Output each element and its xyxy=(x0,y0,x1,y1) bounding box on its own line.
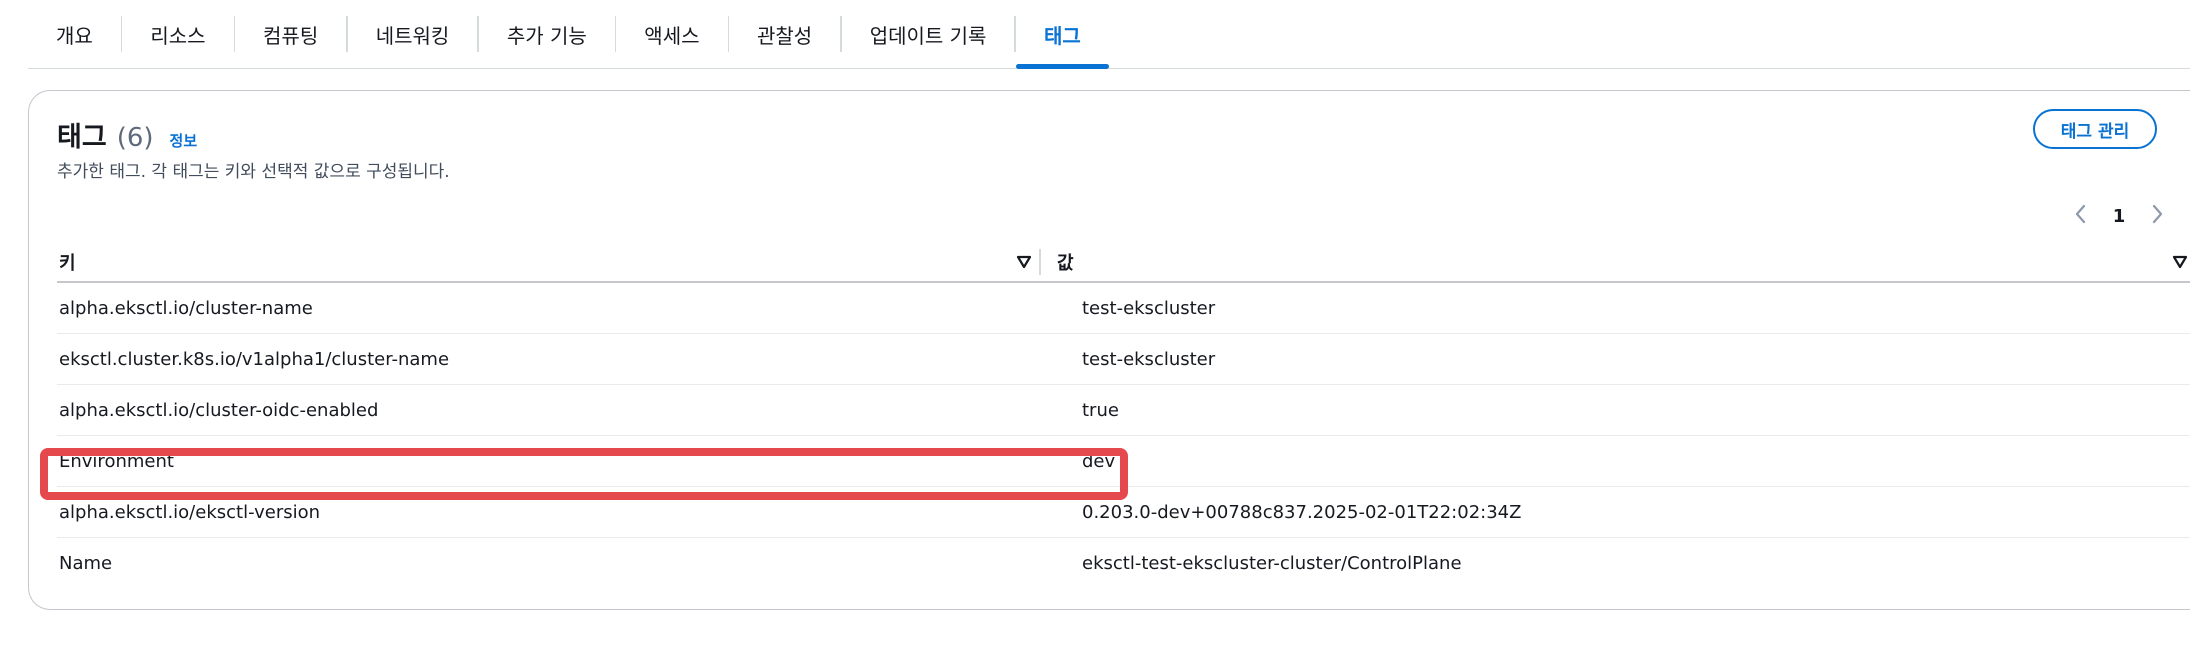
tab-resources[interactable]: 리소스 xyxy=(122,0,233,68)
tab-observability[interactable]: 관찰성 xyxy=(729,0,840,68)
tag-value: eksctl-test-ekscluster-cluster/ControlPl… xyxy=(1082,552,1462,574)
chevron-left-icon[interactable] xyxy=(2069,202,2093,230)
column-header-value-label: 값 xyxy=(1057,253,1074,274)
chevron-right-icon[interactable] xyxy=(2145,202,2169,230)
tab-add-ons[interactable]: 추가 기능 xyxy=(479,0,615,68)
table-header: 키 값 xyxy=(57,243,2190,283)
tag-value: true xyxy=(1082,399,1119,421)
manage-tags-button[interactable]: 태그 관리 xyxy=(2033,109,2157,149)
sort-triangle-icon[interactable] xyxy=(1015,253,1033,271)
page-number[interactable]: 1 xyxy=(2113,206,2126,227)
tab-access[interactable]: 액세스 xyxy=(616,0,727,68)
tag-key: alpha.eksctl.io/cluster-name xyxy=(59,297,313,319)
column-header-value[interactable]: 값 xyxy=(1057,243,2167,281)
sort-triangle-icon[interactable] xyxy=(2171,253,2189,271)
tab-networking[interactable]: 네트워킹 xyxy=(348,0,478,68)
column-resizer[interactable] xyxy=(1039,249,1041,275)
tab-compute[interactable]: 컴퓨팅 xyxy=(235,0,346,68)
tag-count: (6) xyxy=(116,123,154,153)
tag-key: eksctl.cluster.k8s.io/v1alpha1/cluster-n… xyxy=(59,348,450,370)
table-row: Environment dev xyxy=(57,436,2190,487)
table-row: Name eksctl-test-ekscluster-cluster/Cont… xyxy=(57,538,2190,589)
tab-update-history[interactable]: 업데이트 기록 xyxy=(842,0,1015,68)
tag-value: 0.203.0-dev+00788c837.2025-02-01T22:02:3… xyxy=(1082,501,1522,523)
tag-value: test-ekscluster xyxy=(1082,297,1216,319)
tag-key: Environment xyxy=(59,450,174,472)
tag-key: alpha.eksctl.io/eksctl-version xyxy=(59,501,321,523)
pagination: 1 xyxy=(2069,201,2169,231)
tag-value: test-ekscluster xyxy=(1082,348,1216,370)
column-header-key-label: 키 xyxy=(59,253,76,274)
panel-header: 태그 (6) 정보 xyxy=(57,115,197,154)
info-link[interactable]: 정보 xyxy=(170,130,198,151)
tag-key: Name xyxy=(59,552,113,574)
table-row: alpha.eksctl.io/cluster-oidc-enabled tru… xyxy=(57,385,2190,436)
table-row: alpha.eksctl.io/cluster-name test-eksclu… xyxy=(57,283,2190,334)
tab-overview[interactable]: 개요 xyxy=(28,0,121,68)
tags-panel: 태그 (6) 정보 추가한 태그. 각 태그는 키와 선택적 값으로 구성됩니다… xyxy=(28,90,2190,610)
tab-tags[interactable]: 태그 xyxy=(1015,0,1109,69)
tag-value: dev xyxy=(1082,450,1116,472)
table-row: eksctl.cluster.k8s.io/v1alpha1/cluster-n… xyxy=(57,334,2190,385)
column-header-key[interactable]: 키 xyxy=(59,243,1019,281)
tab-bar: 개요 리소스 컴퓨팅 네트워킹 추가 기능 액세스 관찰성 업데이트 기록 태그 xyxy=(28,0,2190,69)
table-row: alpha.eksctl.io/eksctl-version 0.203.0-d… xyxy=(57,487,2190,538)
panel-title: 태그 xyxy=(57,122,107,153)
panel-description: 추가한 태그. 각 태그는 키와 선택적 값으로 구성됩니다. xyxy=(57,162,450,182)
tag-key: alpha.eksctl.io/cluster-oidc-enabled xyxy=(59,399,379,421)
